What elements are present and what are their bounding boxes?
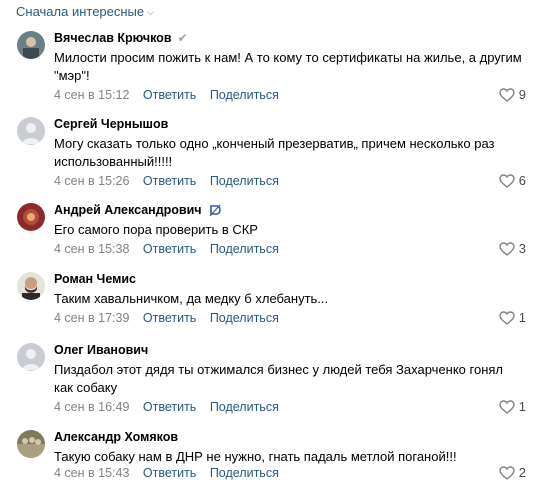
comment-item: Александр Хомяков Такую собаку нам в ДНР… [0, 430, 540, 490]
heart-icon [499, 87, 515, 102]
reply-link[interactable]: Ответить [143, 311, 196, 325]
reply-link[interactable]: Ответить [143, 400, 196, 414]
comment-meta: 4 сен в 15:12 Ответить Поделиться [54, 88, 279, 102]
comment-author[interactable]: Александр Хомяков [54, 430, 178, 444]
comment-text: Милости просим пожить к нам! А то кому т… [54, 50, 522, 83]
comment-date[interactable]: 4 сен в 15:12 [54, 88, 129, 102]
comment-meta: 4 сен в 16:49 Ответить Поделиться [54, 400, 279, 414]
author-name: Андрей Александрович [54, 203, 202, 217]
comment-author[interactable]: Олег Иванович [54, 343, 148, 357]
heart-icon [499, 241, 515, 256]
comment-text: Его самого пора проверить в СКР [54, 222, 258, 237]
share-link[interactable]: Поделиться [210, 311, 279, 325]
comment-text: Таким хавальничком, да медку б хлебануть… [54, 291, 329, 306]
heart-icon [499, 465, 515, 480]
comment-author[interactable]: Вячеслав Крючков ✔ [54, 31, 188, 45]
like-button[interactable]: 9 [499, 87, 526, 102]
sort-label: Сначала интересные [16, 4, 145, 19]
share-link[interactable]: Поделиться [210, 400, 279, 414]
like-count: 2 [518, 465, 526, 480]
author-name: Вячеслав Крючков [54, 31, 172, 45]
reply-link[interactable]: Ответить [143, 242, 196, 256]
avatar[interactable] [17, 430, 45, 458]
like-button[interactable]: 2 [499, 465, 526, 480]
author-name: Александр Хомяков [54, 430, 179, 444]
like-button[interactable]: 1 [499, 310, 526, 325]
share-link[interactable]: Поделиться [210, 88, 279, 102]
comment-item: Роман Чемис Таким хавальничком, да медку… [0, 272, 540, 332]
verified-icon: ✔ [177, 31, 188, 45]
comment-author[interactable]: Андрей Александрович [54, 203, 222, 217]
like-button[interactable]: 6 [499, 173, 526, 188]
comment-text: Могу сказать только одно „конченый презе… [54, 136, 495, 169]
comment-date[interactable]: 4 сен в 15:26 [54, 174, 129, 188]
comment-item: Андрей Александрович Его самого пора про… [0, 203, 540, 263]
comment-date[interactable]: 4 сен в 15:38 [54, 242, 129, 256]
heart-icon [499, 310, 515, 325]
comment-item: Сергей Чернышов Могу сказать только одно… [0, 117, 540, 188]
avatar[interactable] [17, 117, 45, 145]
author-name: Олег Иванович [54, 343, 149, 357]
avatar[interactable] [17, 272, 45, 300]
heart-icon [499, 173, 515, 188]
reply-link[interactable]: Ответить [143, 174, 196, 188]
reply-link[interactable]: Ответить [143, 466, 196, 480]
sort-dropdown[interactable]: Сначала интересные ⌵ [16, 4, 154, 19]
chevron-down-icon: ⌵ [147, 6, 154, 17]
share-link[interactable]: Поделиться [210, 174, 279, 188]
comment-meta: 4 сен в 15:26 Ответить Поделиться [54, 174, 279, 188]
author-name: Сергей Чернышов [54, 117, 169, 131]
author-name: Роман Чемис [54, 272, 137, 286]
comment-meta: 4 сен в 17:39 Ответить Поделиться [54, 311, 279, 325]
avatar[interactable] [17, 203, 45, 231]
share-link[interactable]: Поделиться [210, 242, 279, 256]
like-count: 1 [518, 310, 526, 325]
comment-text: Такую собаку нам в ДНР не нужно, гнать п… [54, 449, 457, 464]
comment-author[interactable]: Роман Чемис [54, 272, 136, 286]
like-count: 6 [518, 173, 526, 188]
dynamo-badge-icon [208, 203, 222, 217]
share-link[interactable]: Поделиться [210, 466, 279, 480]
comment-date[interactable]: 4 сен в 15:43 [54, 466, 129, 480]
reply-link[interactable]: Ответить [143, 88, 196, 102]
avatar[interactable] [17, 343, 45, 371]
like-button[interactable]: 3 [499, 241, 526, 256]
avatar[interactable] [17, 31, 45, 59]
heart-icon [499, 399, 515, 414]
comment-author[interactable]: Сергей Чернышов [54, 117, 168, 131]
like-count: 9 [518, 87, 526, 102]
like-count: 1 [518, 399, 526, 414]
comment-item: Вячеслав Крючков ✔ Милости просим пожить… [0, 31, 540, 102]
comment-meta: 4 сен в 15:38 Ответить Поделиться [54, 242, 279, 256]
like-button[interactable]: 1 [499, 399, 526, 414]
comment-meta: 4 сен в 15:43 Ответить Поделиться [54, 466, 279, 480]
comment-item: Олег Иванович Пиздабол этот дядя ты отжи… [0, 343, 540, 414]
comment-text: Пиздабол этот дядя ты отжимался бизнес у… [54, 362, 504, 395]
comment-date[interactable]: 4 сен в 17:39 [54, 311, 129, 325]
comment-date[interactable]: 4 сен в 16:49 [54, 400, 129, 414]
like-count: 3 [518, 241, 526, 256]
